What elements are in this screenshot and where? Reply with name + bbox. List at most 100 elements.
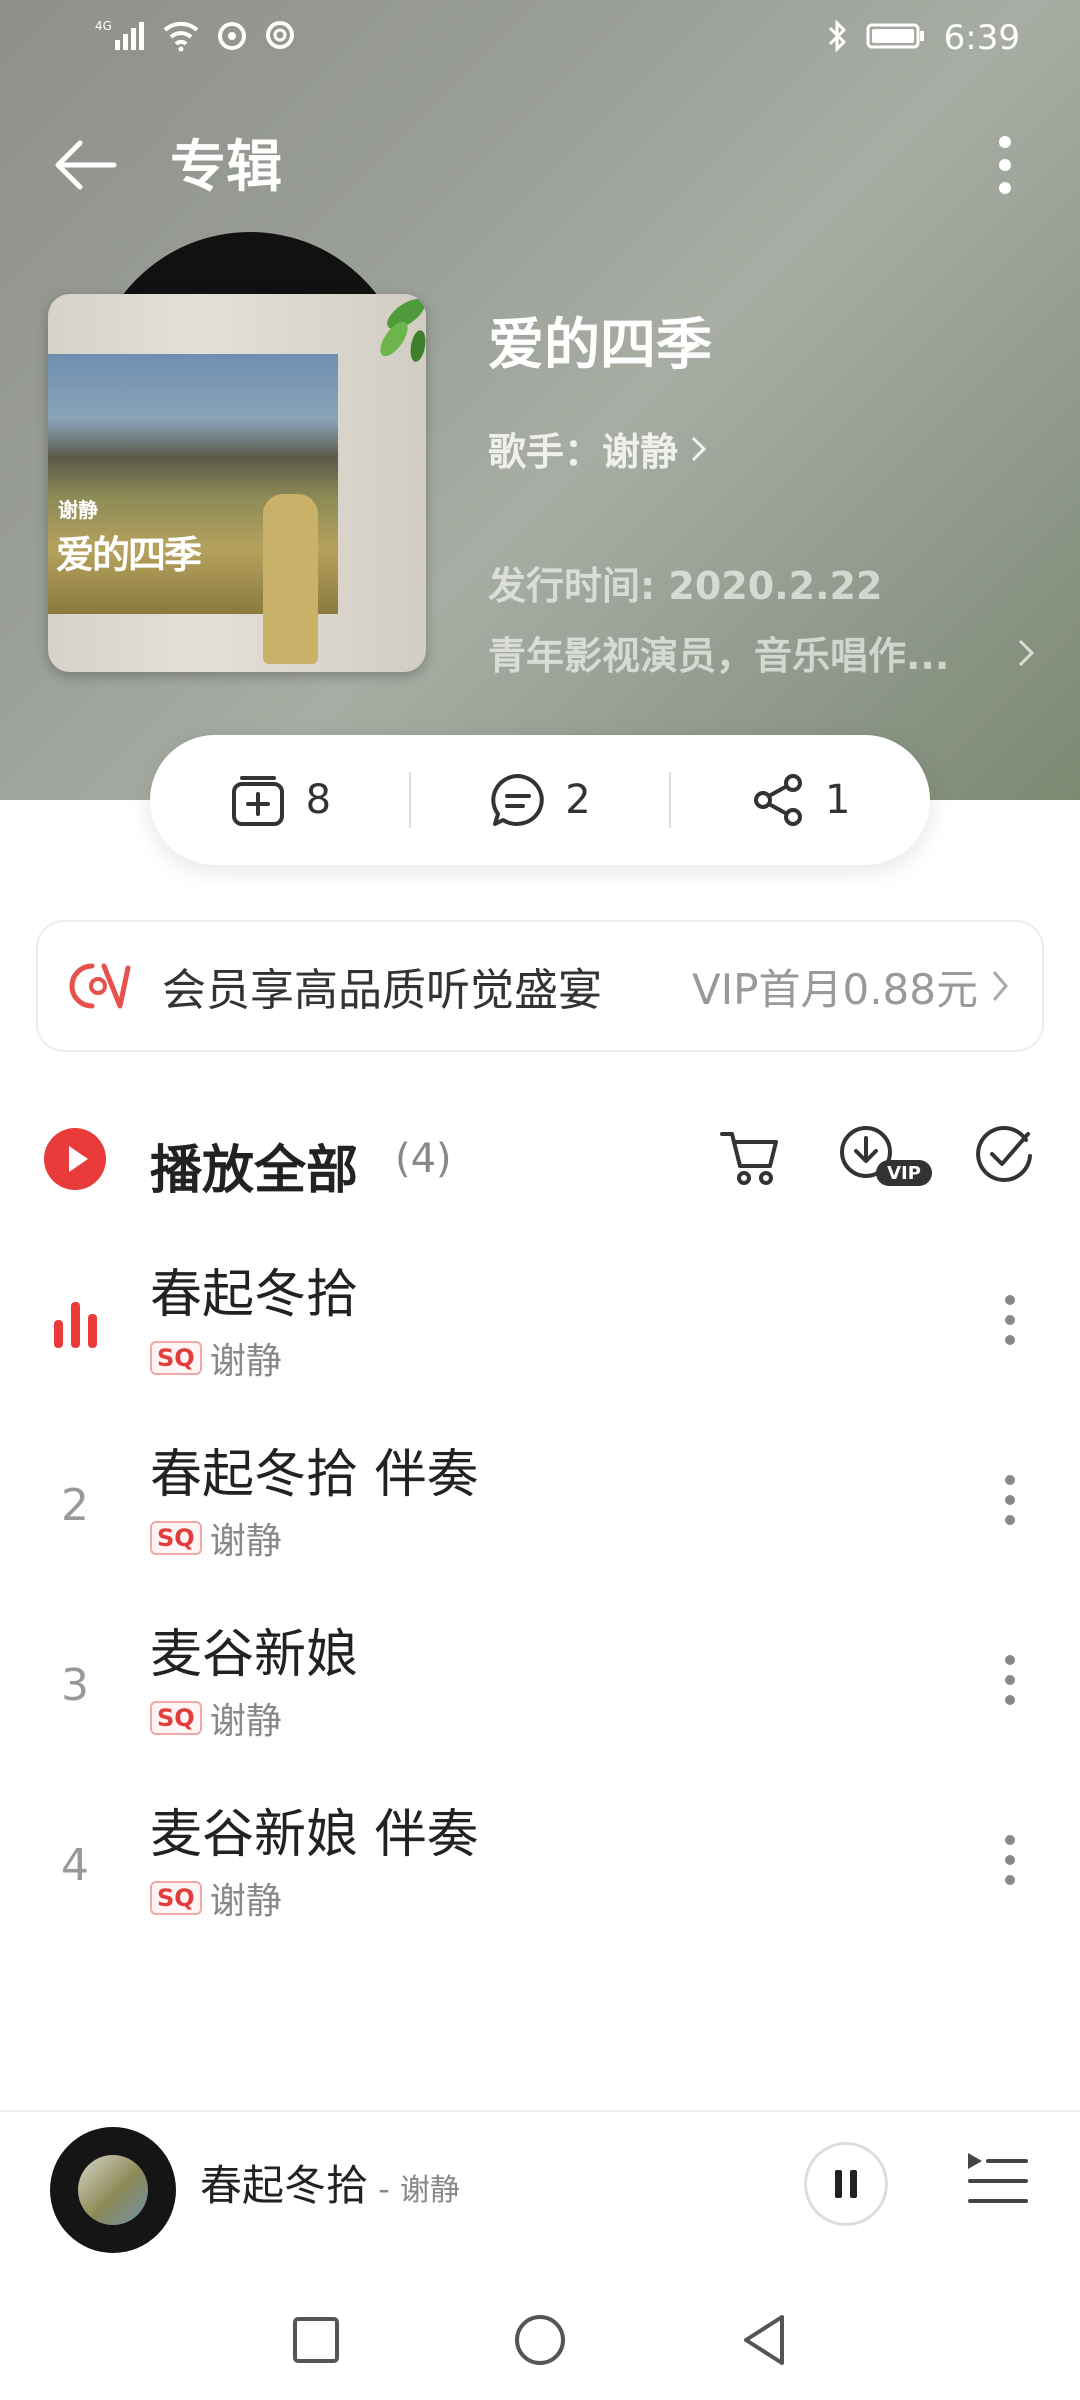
song-more-button[interactable] xyxy=(980,1640,1040,1720)
check-circle-icon xyxy=(976,1125,1032,1182)
more-options-button[interactable] xyxy=(970,120,1040,210)
play-all-label[interactable]: 播放全部 xyxy=(150,1128,358,1203)
playlist-button[interactable] xyxy=(962,2147,1032,2217)
song-index: 3 xyxy=(61,1660,89,1711)
shopping-cart-icon xyxy=(720,1132,778,1185)
download-vip-icon: VIP xyxy=(840,1126,932,1186)
mini-player-title-row: 春起冬拾 - 谢静 xyxy=(200,2152,460,2213)
sq-quality-badge: SQ xyxy=(150,1341,202,1375)
album-name: 爱的四季 xyxy=(488,313,712,378)
mini-player-artist: 谢静 xyxy=(399,2173,460,2208)
play-all-button[interactable] xyxy=(44,1128,106,1190)
pause-icon xyxy=(835,2170,857,2198)
song-artist: 谢静 xyxy=(209,1881,282,1922)
status-left: 4G xyxy=(95,18,297,56)
bluetooth-icon xyxy=(826,19,848,57)
notification-icon xyxy=(263,18,297,56)
album-description: 青年影视演员，音乐唱作... xyxy=(488,634,950,678)
status-right: 6:39 xyxy=(826,18,1020,58)
sq-quality-badge: SQ xyxy=(150,1881,202,1915)
collect-count: 8 xyxy=(305,777,332,823)
vip-price-text: VIP首月0.88元 xyxy=(692,964,978,1014)
back-button[interactable] xyxy=(40,120,130,210)
collect-button[interactable]: 8 xyxy=(150,772,409,828)
song-row-3[interactable]: 3 麦谷新娘 SQ 谢静 xyxy=(0,1590,1080,1770)
multi-select-button[interactable] xyxy=(972,1120,1036,1190)
system-nav-bar xyxy=(0,2280,1080,2400)
song-subtitle: SQ 谢静 xyxy=(150,1332,282,1384)
vip-badge-text: VIP xyxy=(887,1163,921,1184)
song-more-button[interactable] xyxy=(980,1820,1040,1900)
song-subtitle: SQ 谢静 xyxy=(150,1692,282,1744)
song-more-button[interactable] xyxy=(980,1280,1040,1360)
mini-player-separator: - xyxy=(368,2170,400,2208)
cover-figure xyxy=(263,494,318,664)
mini-player-disc[interactable] xyxy=(50,2127,176,2253)
play-all-count: (4) xyxy=(395,1136,452,1182)
comment-count: 2 xyxy=(565,777,591,823)
song-row-2[interactable]: 2 春起冬拾 伴奏 SQ 谢静 xyxy=(0,1410,1080,1590)
more-vertical-icon xyxy=(1005,1835,1015,1885)
album-stats-bar: 8 2 1 xyxy=(150,735,930,865)
sq-quality-badge: SQ xyxy=(150,1521,202,1555)
song-more-button[interactable] xyxy=(980,1460,1040,1540)
artist-label: 歌手：谢静 xyxy=(488,430,679,474)
chevron-right-icon xyxy=(992,971,1008,1001)
song-artist: 谢静 xyxy=(209,1341,282,1382)
mini-player[interactable]: 春起冬拾 - 谢静 xyxy=(0,2110,1080,2253)
now-playing-bars-icon xyxy=(54,1302,97,1348)
network-type-label: 4G xyxy=(95,19,112,33)
mini-player-cover xyxy=(78,2155,148,2225)
page-title: 专辑 xyxy=(170,135,282,200)
vip-logo-icon xyxy=(69,963,131,1009)
nav-back-icon[interactable] xyxy=(738,2312,790,2368)
more-vertical-icon xyxy=(1005,1475,1015,1525)
chevron-right-icon xyxy=(1018,639,1035,666)
song-index: 2 xyxy=(61,1480,89,1531)
release-date: 发行时间: 2020.2.22 xyxy=(488,564,883,608)
playlist-icon xyxy=(968,2153,1028,2203)
download-vip-button[interactable]: VIP xyxy=(836,1120,936,1190)
buy-album-button[interactable] xyxy=(716,1122,786,1192)
mini-player-title: 春起冬拾 xyxy=(200,2161,369,2210)
song-row-4[interactable]: 4 麦谷新娘 伴奏 SQ 谢静 xyxy=(0,1770,1080,1950)
battery-icon xyxy=(866,21,926,55)
share-button[interactable]: 1 xyxy=(671,772,930,828)
song-artist: 谢静 xyxy=(209,1701,282,1742)
song-row-1[interactable]: 春起冬拾 SQ 谢静 xyxy=(0,1230,1080,1410)
song-title: 春起冬拾 xyxy=(150,1265,359,1325)
cover-title-text: 爱的四季 xyxy=(56,533,202,577)
song-list: 春起冬拾 SQ 谢静 2 春起冬拾 伴奏 SQ 谢静 3 麦谷新娘 SQ 谢静 … xyxy=(0,1230,1080,1950)
back-arrow-icon xyxy=(55,140,117,190)
status-time: 6:39 xyxy=(943,18,1020,58)
chevron-right-icon xyxy=(691,436,707,461)
cellular-signal-icon: 4G xyxy=(95,18,147,56)
pause-button[interactable] xyxy=(804,2142,888,2226)
play-all-row: 播放全部 (4) VIP xyxy=(0,1110,1080,1210)
recent-apps-icon[interactable] xyxy=(290,2314,342,2366)
album-page: 4G 6:39 专辑 谢静 爱的四季 爱的四季 歌手：谢静 发行时间: 2020… xyxy=(0,0,1080,2400)
album-description-row[interactable]: 青年影视演员，音乐唱作... xyxy=(488,625,1038,680)
sq-quality-badge: SQ xyxy=(150,1701,202,1735)
cover-photo: 谢静 爱的四季 xyxy=(48,354,338,664)
more-vertical-icon xyxy=(1005,1655,1015,1705)
album-info: 爱的四季 歌手：谢静 xyxy=(488,300,1048,476)
song-title: 麦谷新娘 xyxy=(150,1625,359,1685)
share-icon xyxy=(753,774,802,826)
song-subtitle: SQ 谢静 xyxy=(150,1512,282,1564)
play-icon xyxy=(69,1146,88,1172)
song-title: 春起冬拾 伴奏 xyxy=(150,1445,479,1505)
home-icon[interactable] xyxy=(512,2312,568,2368)
leaf-decoration-icon xyxy=(380,298,426,362)
more-vertical-icon xyxy=(1005,1295,1015,1345)
artist-link[interactable]: 歌手：谢静 xyxy=(488,421,1048,476)
album-cover[interactable]: 谢静 爱的四季 xyxy=(48,294,426,672)
song-index: 4 xyxy=(61,1840,89,1891)
song-artist: 谢静 xyxy=(209,1521,282,1562)
share-count: 1 xyxy=(824,777,851,823)
vip-promo-banner[interactable]: 会员享高品质听觉盛宴 VIP首月0.88元 xyxy=(36,920,1044,1052)
comment-button[interactable]: 2 xyxy=(411,772,670,828)
song-subtitle: SQ 谢静 xyxy=(150,1872,282,1924)
comment-icon xyxy=(491,774,544,826)
song-title: 麦谷新娘 伴奏 xyxy=(150,1805,479,1865)
